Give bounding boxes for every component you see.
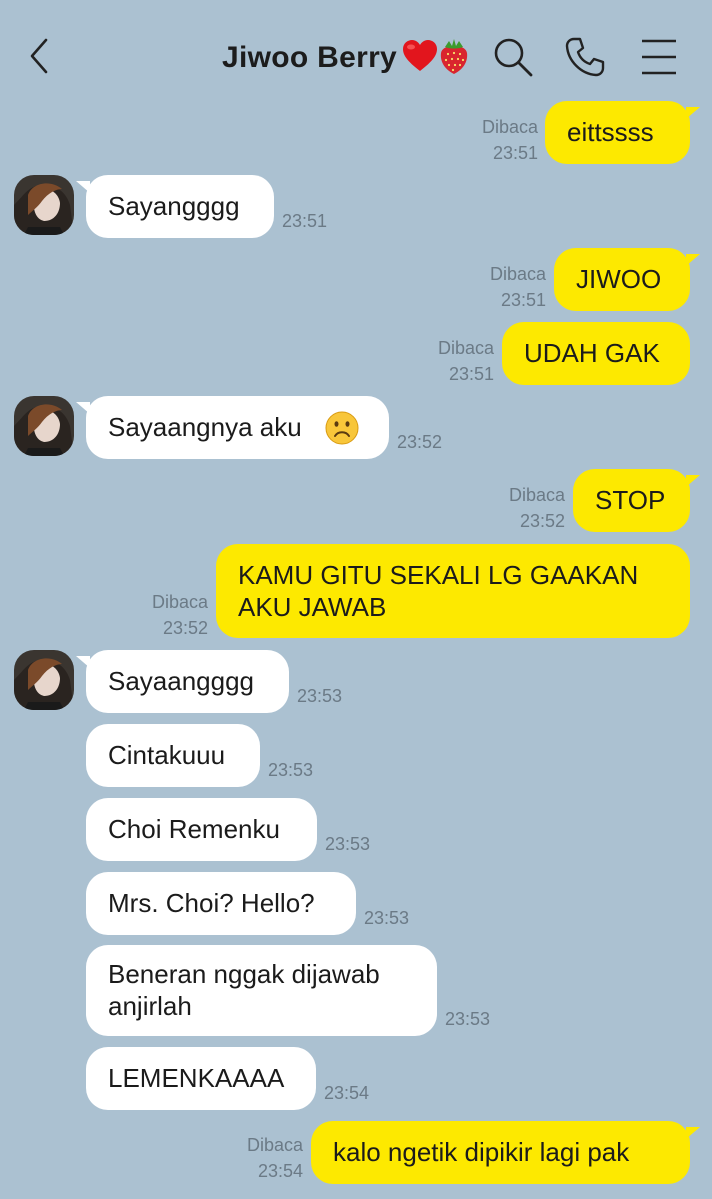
message-text: Choi Remenku [108,814,280,844]
message-time: 23:54 [324,1083,370,1103]
message-text: Cintakuuu [108,740,226,770]
message-time: 23:53 [364,908,410,928]
read-receipt: Dibaca [151,592,208,612]
message-text: Sayaangggg [108,666,255,696]
message-text: STOP [595,485,666,515]
read-receipt: Dibaca [481,117,538,137]
message-text: Sayangggg [108,191,240,221]
contact-avatar[interactable] [14,175,74,235]
message-time: 23:51 [500,290,546,310]
read-receipt: Dibaca [508,485,565,505]
back-icon[interactable] [22,36,56,76]
message-bubble[interactable]: Sayaangnya aku [76,396,389,459]
message-time: 23:51 [492,143,538,163]
message-time: 23:52 [519,511,565,531]
message-text: Sayaangnya aku [108,412,302,442]
message-bubble[interactable]: KAMU GITU SEKALI LG GAAKAN AKU JAWAB [216,544,690,638]
frowning-face-emoji [324,410,360,453]
message-bubble[interactable]: Cintakuuu [86,724,260,787]
chat-title-area[interactable]: Jiwoo Berry [222,38,471,78]
message-bubble[interactable]: Sayaangggg [76,650,289,713]
message-bubble[interactable]: LEMENKAAAA [86,1047,316,1110]
message-text: Mrs. Choi? Hello? [108,888,315,918]
message-text: eittssss [567,117,654,147]
message-text-line-2: anjirlah [108,991,192,1021]
message-text-line-1: KAMU GITU SEKALI LG GAAKAN [238,560,639,590]
chat-title: Jiwoo Berry [222,41,398,74]
read-receipt: Dibaca [489,264,546,284]
message-bubble[interactable]: STOP [573,469,700,532]
chat-header: Jiwoo Berry [0,0,712,110]
contact-avatar[interactable] [14,396,74,456]
message-bubble[interactable]: Mrs. Choi? Hello? [86,872,356,935]
message-bubble[interactable]: Sayangggg [76,175,274,238]
message-text-line-1: Beneran nggak dijawab [108,959,380,989]
message-time: 23:53 [325,834,371,854]
message-time: 23:53 [268,760,314,780]
message-text: LEMENKAAAA [108,1063,285,1093]
message-time: 23:51 [282,211,328,231]
message-bubble[interactable]: JIWOO [554,248,700,311]
message-time: 23:52 [162,618,208,638]
message-bubble[interactable]: Choi Remenku [86,798,317,861]
phone-icon[interactable] [562,34,608,80]
message-time: 23:51 [448,364,494,384]
message-time: 23:53 [445,1009,491,1029]
message-bubble[interactable]: eittssss [545,101,700,164]
search-icon[interactable] [490,34,536,80]
contact-avatar[interactable] [14,650,74,710]
message-text: kalo ngetik dipikir lagi pak [333,1137,630,1167]
read-receipt: Dibaca [246,1135,303,1155]
message-text: JIWOO [576,264,662,294]
message-text: UDAH GAK [524,338,660,368]
message-time: 23:52 [397,432,443,452]
message-text-line-2: AKU JAWAB [238,592,387,622]
heart-emoji [401,38,439,79]
message-time: 23:53 [297,686,343,706]
message-time: 23:54 [257,1161,303,1181]
read-receipt: Dibaca [437,338,494,358]
message-bubble[interactable]: Beneran nggak dijawab anjirlah [86,945,437,1036]
strawberry-emoji [437,37,471,80]
menu-icon[interactable] [636,34,682,80]
message-bubble[interactable]: kalo ngetik dipikir lagi pak [311,1121,700,1184]
message-bubble[interactable]: UDAH GAK [502,322,690,385]
